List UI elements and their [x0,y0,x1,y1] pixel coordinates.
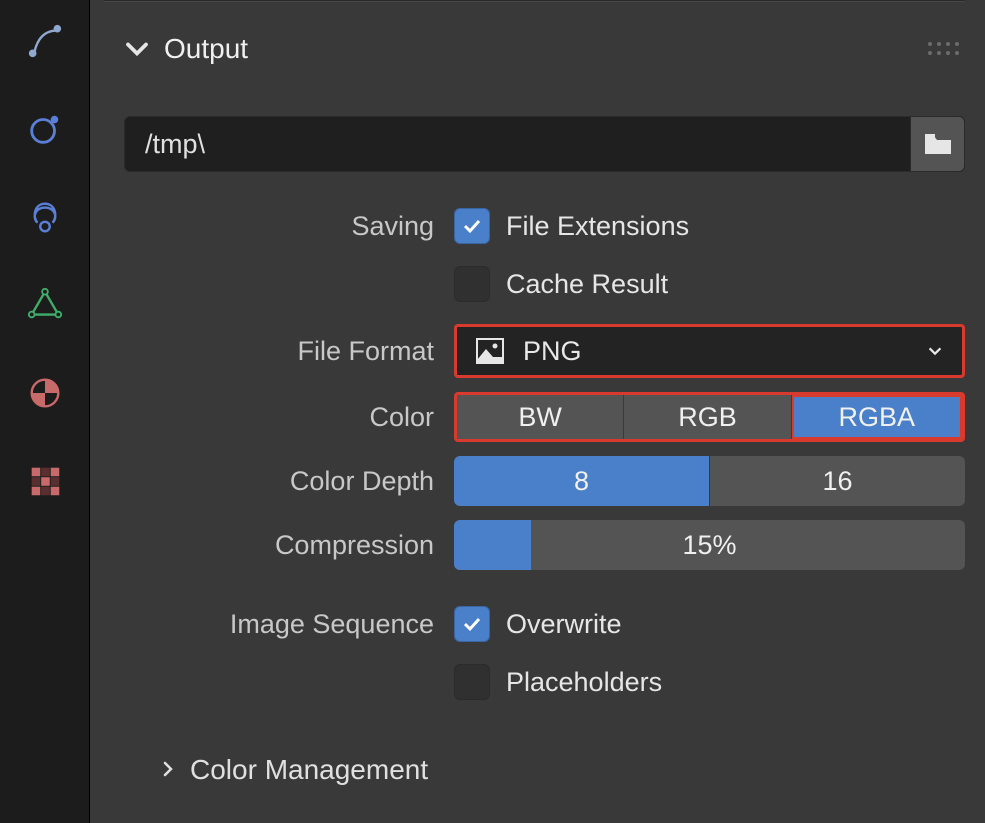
check-icon [460,612,484,636]
file-format-value: PNG [523,336,582,367]
folder-icon [922,128,954,160]
compression-value: 15% [682,530,736,561]
file-extensions-label: File Extensions [506,211,689,242]
image-sequence-label: Image Sequence [104,609,454,640]
drag-handle-icon[interactable] [928,42,959,55]
image-icon [475,336,505,366]
overwrite-checkbox[interactable] [454,606,490,642]
color-option-rgba[interactable]: RGBA [792,395,962,439]
modifier-icon [26,286,64,324]
curve-icon [26,22,64,60]
tab-particles[interactable] [24,108,66,150]
panel-title: Output [164,33,248,65]
compression-label: Compression [104,530,454,561]
tab-texture[interactable] [24,460,66,502]
placeholders-checkbox[interactable] [454,664,490,700]
cache-result-checkbox[interactable] [454,266,490,302]
color-depth-option-16[interactable]: 16 [710,456,965,506]
output-panel: Output Saving File Extensions [90,0,985,823]
properties-tab-strip [0,0,90,823]
cache-result-label: Cache Result [506,269,668,300]
check-icon [460,214,484,238]
color-depth-segmented: 8 16 [454,456,965,506]
overwrite-label: Overwrite [506,609,622,640]
physics-icon [26,374,64,412]
tab-physics[interactable] [24,372,66,414]
compression-slider[interactable]: 15% [454,520,965,570]
saving-label: Saving [104,211,454,242]
texture-icon [26,462,64,500]
color-option-bw[interactable]: BW [457,395,624,439]
file-format-dropdown[interactable]: PNG [454,324,965,378]
file-format-label: File Format [104,336,454,367]
placeholders-label: Placeholders [506,667,662,698]
color-management-subpanel-header[interactable]: Color Management [158,754,965,786]
chevron-right-icon [158,754,178,786]
output-path-input[interactable] [124,116,911,172]
file-extensions-checkbox[interactable] [454,208,490,244]
color-option-rgb[interactable]: RGB [624,395,791,439]
chevron-down-icon [122,34,152,64]
tab-constraints[interactable] [24,196,66,238]
constraint-icon [26,198,64,236]
particles-icon [26,110,64,148]
tab-curve[interactable] [24,20,66,62]
color-management-label: Color Management [190,754,428,786]
chevron-down-icon [926,336,944,367]
color-label: Color [104,402,454,433]
color-mode-segmented: BW RGB RGBA [454,392,965,442]
tab-modifiers[interactable] [24,284,66,326]
color-depth-option-8[interactable]: 8 [454,456,710,506]
browse-folder-button[interactable] [911,116,965,172]
output-panel-header[interactable]: Output [104,6,965,92]
color-depth-label: Color Depth [104,466,454,497]
